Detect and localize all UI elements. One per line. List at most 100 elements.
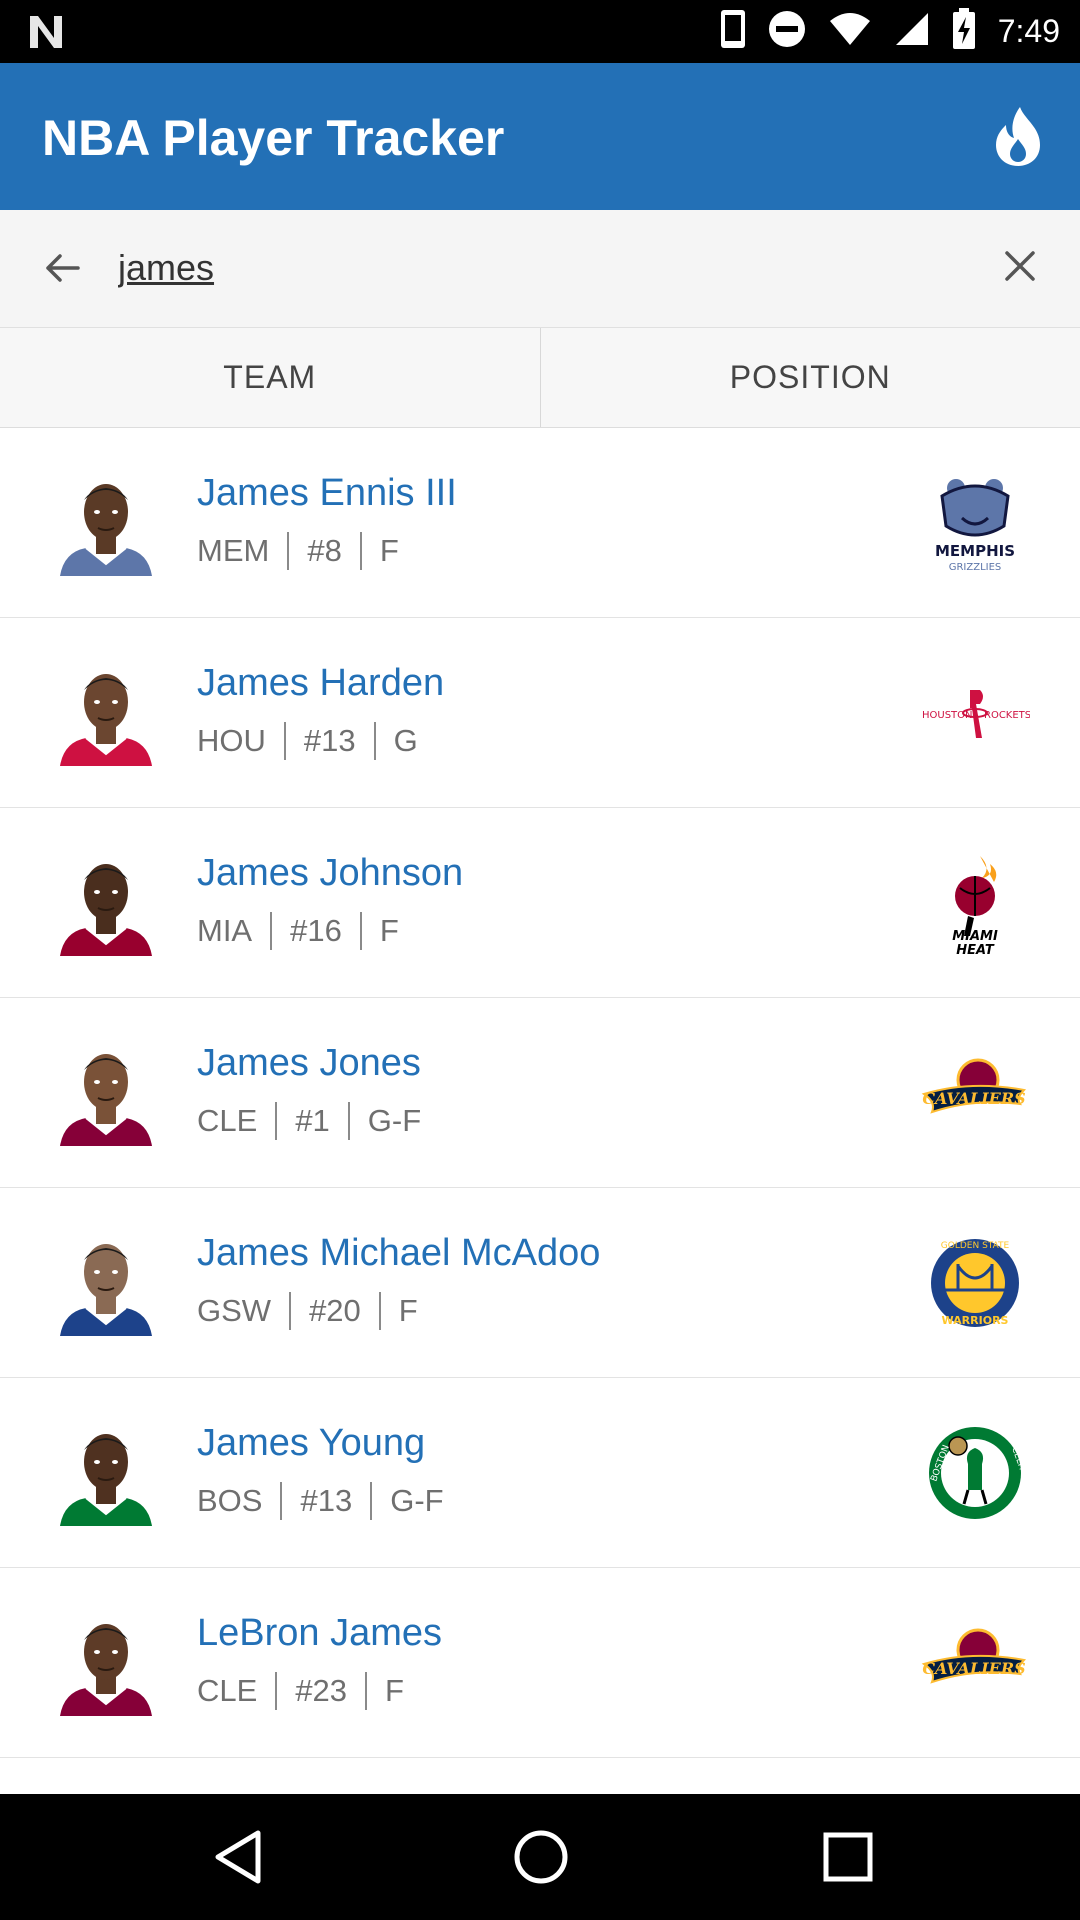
app-title: NBA Player Tracker [42, 110, 505, 166]
player-number: #1 [295, 1103, 330, 1138]
player-team: BOS [197, 1483, 263, 1518]
player-row[interactable]: James Ennis III MEM #8 F MEMPHIS GRIZZLI… [0, 428, 1080, 618]
status-time: 7:49 [997, 13, 1060, 49]
player-meta: HOU #13 G [197, 722, 418, 760]
wifi-icon [828, 11, 894, 52]
player-meta: MEM #8 F [197, 532, 399, 570]
player-name: James Young [197, 1422, 426, 1464]
status-bar: 7:49 [0, 0, 1080, 63]
meta-divider [365, 1672, 368, 1710]
search-input[interactable] [118, 240, 818, 296]
svg-text:GOLDEN STATE: GOLDEN STATE [941, 1241, 1010, 1251]
memphis-grizzlies-logo: MEMPHIS GRIZZLIES [920, 468, 1030, 578]
player-avatar [56, 472, 156, 576]
player-team: GSW [197, 1293, 272, 1328]
meta-divider [378, 1292, 381, 1330]
player-position: F [398, 1293, 418, 1328]
player-meta: CLE #23 F [197, 1672, 404, 1710]
do-not-disturb-icon [768, 10, 828, 53]
svg-text:ROCKETS: ROCKETS [984, 710, 1030, 721]
player-meta: CLE #1 G-F [197, 1102, 421, 1140]
battery-charging-icon [952, 8, 998, 55]
svg-text:GRIZZLIES: GRIZZLIES [949, 562, 1002, 573]
nav-recents-icon[interactable] [818, 1827, 878, 1892]
player-meta: BOS #13 G-F [197, 1482, 444, 1520]
player-row[interactable]: James Harden HOU #13 G HOUSTON ROCKETS [0, 618, 1080, 808]
notification-n-icon [26, 12, 66, 57]
svg-text:CAVALIERS: CAVALIERS [922, 1089, 1025, 1108]
player-name: James Michael McAdoo [197, 1232, 601, 1274]
player-position: G-F [367, 1103, 422, 1138]
player-number: #13 [303, 723, 356, 758]
player-avatar [56, 852, 156, 956]
meta-divider [359, 912, 362, 950]
player-avatar [56, 1422, 156, 1526]
meta-divider [289, 1292, 292, 1330]
tab-team[interactable]: TEAM [0, 328, 541, 427]
phone-icon [720, 9, 768, 54]
meta-divider [275, 1102, 278, 1140]
miami-heat-logo: MIAMI HEAT [920, 848, 1030, 958]
houston-rockets-logo: HOUSTON ROCKETS [920, 658, 1031, 768]
player-number: #23 [295, 1673, 348, 1708]
player-row[interactable]: James Young BOS #13 G-F BOSTON CELTICS [0, 1378, 1080, 1568]
nav-back-icon[interactable] [210, 1827, 266, 1892]
nav-home-icon[interactable] [511, 1827, 571, 1892]
player-team: CLE [197, 1673, 258, 1708]
player-row[interactable]: LeBron James CLE #23 F CAVALIERS [0, 1568, 1080, 1758]
player-name: James Ennis III [197, 472, 457, 514]
player-avatar [56, 1232, 156, 1336]
player-row[interactable]: James Jones CLE #1 G-F CAVALIERS [0, 998, 1080, 1188]
player-name: LeBron James [197, 1612, 443, 1654]
meta-divider [280, 1482, 283, 1520]
player-meta: GSW #20 F [197, 1292, 418, 1330]
player-name: James Jones [197, 1042, 421, 1084]
player-number: #20 [309, 1293, 361, 1328]
boston-celtics-logo: BOSTON CELTICS [920, 1418, 1031, 1528]
meta-divider [287, 532, 290, 570]
player-meta: MIA #16 F [197, 912, 399, 950]
svg-text:MEMPHIS: MEMPHIS [935, 542, 1015, 560]
meta-divider [370, 1482, 373, 1520]
search-bar [0, 210, 1080, 328]
filter-tabs: TEAM POSITION [0, 328, 1080, 428]
app-bar: NBA Player Tracker [0, 63, 1080, 210]
arrow-back-icon[interactable] [42, 248, 82, 293]
meta-divider [270, 912, 273, 950]
player-row[interactable]: James Johnson MIA #16 F MIAMI HEAT [0, 808, 1080, 998]
svg-text:MIAMI: MIAMI [952, 929, 998, 944]
meta-divider [347, 1102, 350, 1140]
meta-divider [275, 1672, 278, 1710]
player-position: G [393, 723, 418, 758]
player-name: James Johnson [197, 852, 464, 894]
golden-state-warriors-logo: GOLDEN STATE WARRIORS [920, 1228, 1030, 1338]
tab-position[interactable]: POSITION [541, 328, 1080, 427]
svg-text:WARRIORS: WARRIORS [942, 1314, 1009, 1327]
player-avatar [56, 662, 156, 766]
meta-divider [359, 532, 362, 570]
player-avatar [56, 1042, 156, 1146]
player-position: G-F [390, 1483, 444, 1518]
meta-divider [283, 722, 286, 760]
cleveland-cavaliers-logo: CAVALIERS [920, 1608, 1030, 1718]
flame-icon[interactable] [994, 105, 1042, 172]
player-team: MIA [197, 913, 253, 948]
svg-text:CAVALIERS: CAVALIERS [922, 1659, 1025, 1678]
player-row[interactable]: James Michael McAdoo GSW #20 F GOLDEN ST… [0, 1188, 1080, 1378]
svg-text:HEAT: HEAT [956, 943, 995, 958]
navigation-bar [0, 1794, 1080, 1920]
player-position: F [379, 533, 399, 568]
player-team: MEM [197, 533, 270, 568]
meta-divider [373, 722, 376, 760]
player-avatar [56, 1612, 156, 1716]
close-icon[interactable] [1002, 248, 1038, 289]
cell-signal-icon [894, 11, 952, 52]
player-team: CLE [197, 1103, 258, 1138]
player-position: F [385, 1673, 404, 1708]
player-number: #13 [300, 1483, 353, 1518]
player-number: #16 [290, 913, 342, 948]
player-name: James Harden [197, 662, 445, 704]
player-team: HOU [197, 723, 266, 758]
cleveland-cavaliers-logo: CAVALIERS [920, 1038, 1030, 1148]
screen: 7:49 NBA Player Tracker TEAM POSITION [0, 0, 1080, 1920]
